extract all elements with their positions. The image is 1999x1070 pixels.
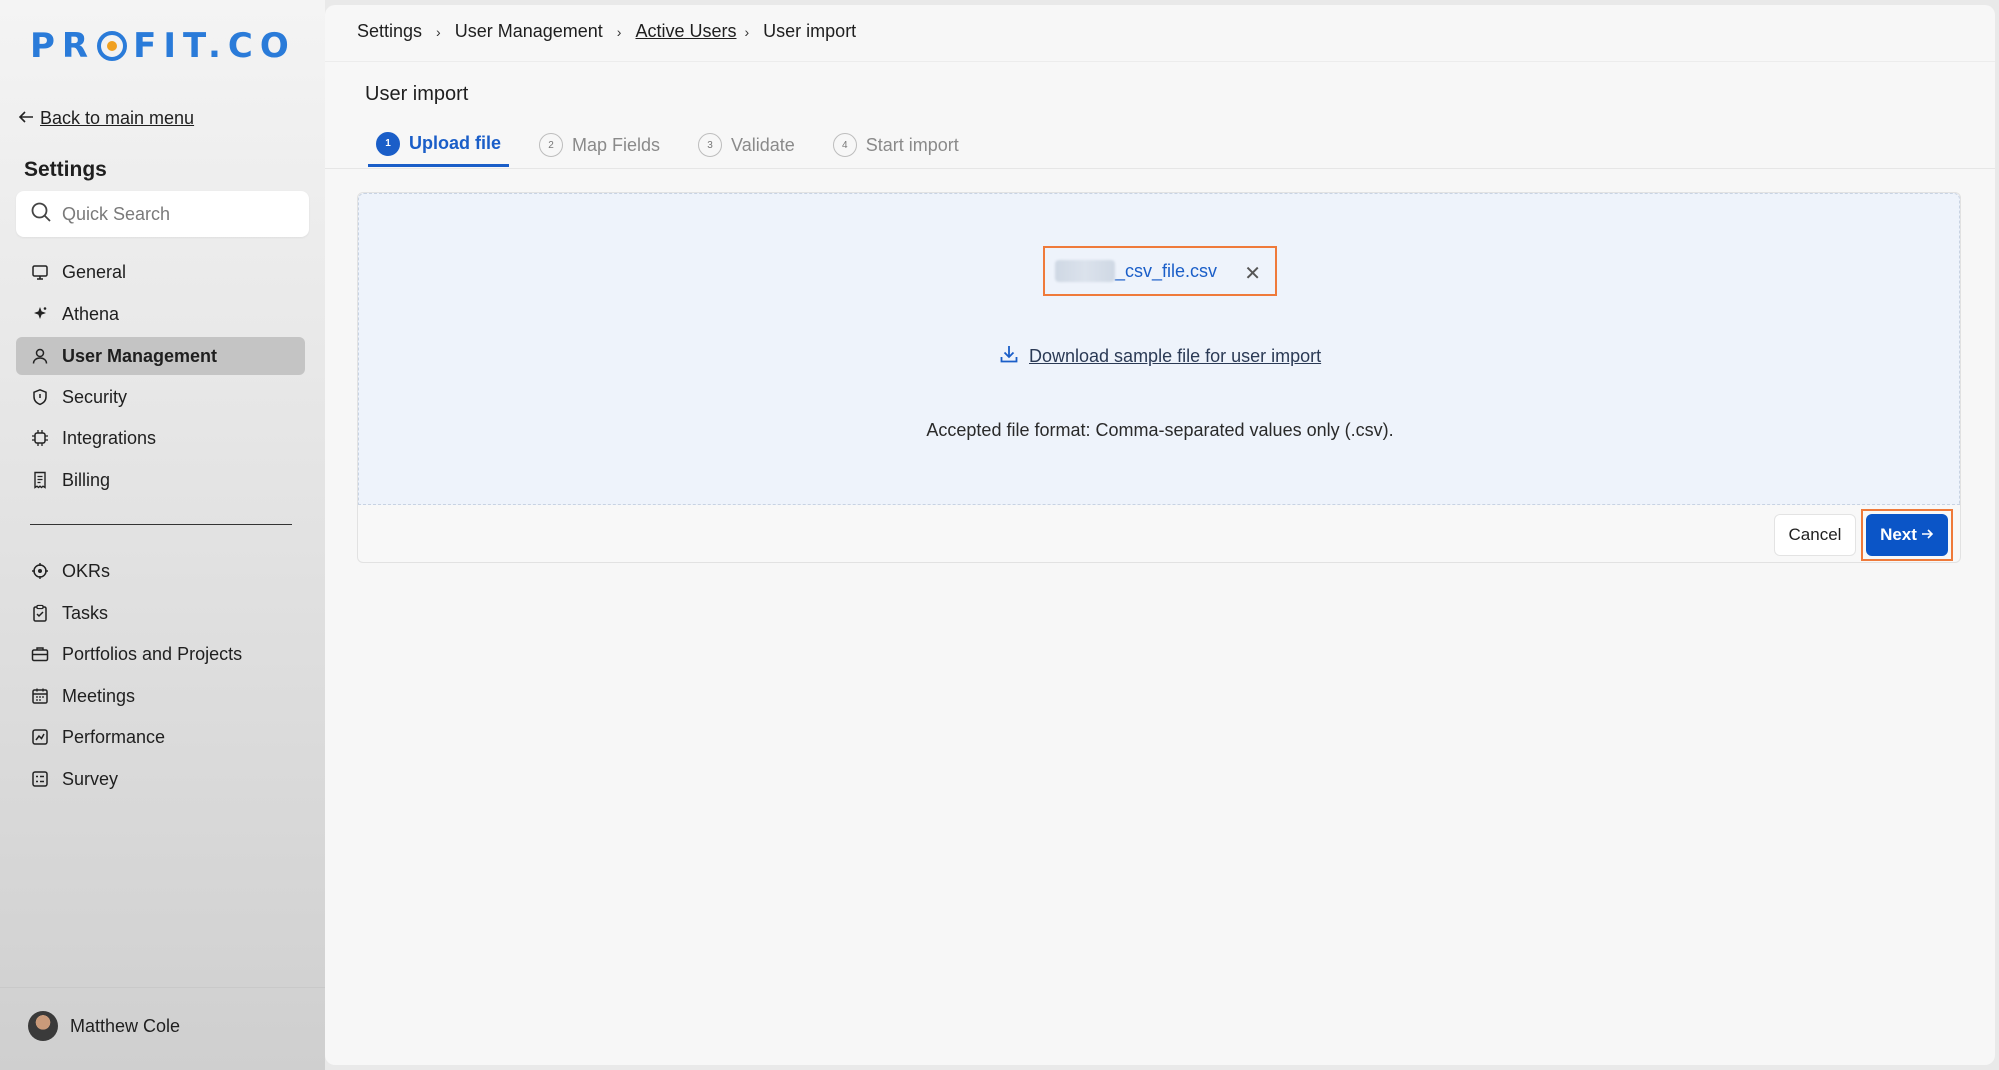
logo-text-left: PR — [30, 26, 96, 66]
download-link-label: Download sample file for user import — [1029, 346, 1322, 366]
step-validate[interactable]: 3 Validate — [690, 123, 803, 167]
sidebar-item-label: User Management — [62, 345, 218, 366]
breadcrumb-active-users[interactable]: Active Users — [635, 21, 736, 42]
step-map-fields[interactable]: 2 Map Fields — [531, 123, 668, 167]
chevron-right-icon: › — [744, 23, 750, 40]
download-icon — [999, 344, 1019, 369]
steps-divider — [325, 168, 1995, 169]
accepted-format-text: Accepted file format: Comma-separated va… — [926, 420, 1394, 440]
calendar-icon — [30, 686, 50, 706]
redacted-file-prefix — [1055, 260, 1115, 282]
shield-icon — [30, 387, 50, 407]
step-number: 2 — [539, 133, 564, 157]
step-upload-file[interactable]: 1 Upload file — [368, 123, 510, 167]
sidebar-item-label: Meetings — [62, 685, 136, 706]
file-dropzone[interactable]: _csv_file.csv ✕ Download sample file for… — [358, 193, 1960, 505]
uploaded-file-chip: _csv_file.csv ✕ — [1043, 246, 1277, 296]
sidebar-item-tasks[interactable]: Tasks — [16, 594, 305, 632]
logo-text-right: FIT.CO — [133, 26, 296, 66]
sidebar-item-portfolios-and-projects[interactable]: Portfolios and Projects — [16, 635, 305, 673]
step-start-import[interactable]: 4 Start import — [825, 123, 967, 167]
import-steps: 1 Upload file 2 Map Fields 3 Validate 4 … — [368, 123, 989, 167]
logo-target-icon — [97, 31, 128, 61]
breadcrumb: Settings › User Management › Active User… — [357, 21, 856, 42]
cancel-button[interactable]: Cancel — [1774, 514, 1856, 556]
chevron-right-icon: › — [436, 23, 441, 40]
profit-co-logo[interactable]: PR FIT.CO — [30, 26, 296, 66]
close-icon[interactable]: ✕ — [1244, 261, 1261, 286]
sidebar-item-label: Survey — [62, 768, 119, 789]
breadcrumb-settings[interactable]: Settings — [357, 21, 422, 42]
step-label: Start import — [865, 134, 959, 155]
monitor-icon — [30, 262, 50, 282]
sidebar-item-athena[interactable]: Athena — [16, 295, 305, 333]
avatar — [28, 1011, 58, 1041]
breadcrumb-user-import: User import — [763, 21, 857, 41]
breadcrumb-user-management[interactable]: User Management — [455, 21, 603, 42]
uploaded-file-name: _csv_file.csv — [1115, 260, 1218, 281]
chevron-right-icon: › — [616, 23, 622, 40]
user-name: Matthew Cole — [70, 1015, 181, 1036]
receipt-icon — [30, 470, 50, 490]
arrow-left-icon — [18, 108, 34, 129]
back-to-main-menu-link[interactable]: Back to main menu — [18, 108, 194, 129]
header-divider — [325, 61, 1995, 62]
sidebar-item-security[interactable]: Security — [16, 378, 305, 416]
main-content: Settings › User Management › Active User… — [325, 5, 1995, 1065]
chart-line-icon — [30, 727, 50, 747]
step-number: 3 — [698, 133, 723, 157]
sidebar-item-survey[interactable]: Survey — [16, 760, 305, 798]
sidebar-item-general[interactable]: General — [16, 253, 305, 291]
search-input[interactable] — [62, 203, 292, 225]
sidebar-item-performance[interactable]: Performance — [16, 718, 305, 756]
next-button-highlight: Next — [1861, 509, 1953, 561]
target-icon — [30, 561, 50, 581]
sidebar-item-integrations[interactable]: Integrations — [16, 419, 305, 457]
search-icon — [30, 201, 52, 228]
arrow-right-icon — [1921, 525, 1934, 545]
sidebar-item-billing[interactable]: Billing — [16, 461, 305, 499]
sidebar-divider — [30, 524, 292, 525]
user-profile[interactable]: Matthew Cole — [28, 1011, 180, 1041]
sidebar-item-label: Tasks — [62, 602, 109, 623]
chip-icon — [30, 428, 50, 448]
sidebar-item-user-management[interactable]: User Management — [16, 337, 305, 375]
sidebar-item-okrs[interactable]: OKRs — [16, 552, 305, 590]
step-label: Validate — [731, 134, 795, 155]
sidebar-item-label: Billing — [62, 469, 111, 490]
next-button[interactable]: Next — [1866, 514, 1948, 556]
clipboard-check-icon — [30, 603, 50, 623]
step-label: Upload file — [409, 133, 502, 153]
sidebar: PR FIT.CO Back to main menu Settings Gene… — [0, 0, 325, 1070]
sidebar-item-label: General — [62, 261, 127, 282]
sidebar-item-label: Portfolios and Projects — [62, 643, 243, 664]
sidebar-item-label: Athena — [62, 303, 120, 324]
briefcase-icon — [30, 644, 50, 664]
user-icon — [30, 346, 50, 366]
step-label: Map Fields — [572, 134, 661, 155]
checklist-icon — [30, 769, 50, 789]
sparkle-icon — [30, 304, 50, 324]
step-number: 4 — [832, 133, 857, 157]
upload-panel: _csv_file.csv ✕ Download sample file for… — [357, 192, 1961, 563]
next-button-label: Next — [1880, 525, 1917, 544]
quick-search[interactable] — [16, 191, 309, 237]
sidebar-title: Settings — [24, 158, 107, 181]
step-number: 1 — [376, 131, 400, 156]
sidebar-item-meetings[interactable]: Meetings — [16, 677, 305, 715]
sidebar-item-label: Performance — [62, 726, 166, 747]
back-link-label: Back to main menu — [40, 108, 195, 128]
page-title: User import — [365, 83, 469, 105]
sidebar-item-label: Integrations — [62, 427, 157, 448]
download-sample-link[interactable]: Download sample file for user import — [999, 344, 1321, 369]
sidebar-item-label: Security — [62, 386, 128, 407]
sidebar-item-label: OKRs — [62, 560, 111, 581]
sidebar-footer-divider — [0, 987, 325, 988]
